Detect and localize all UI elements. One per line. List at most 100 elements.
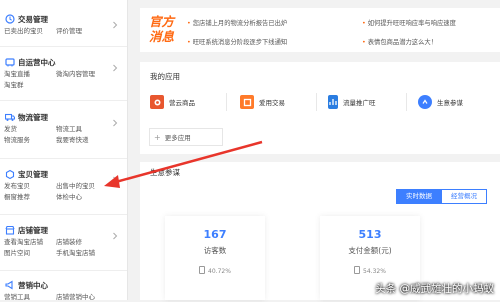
sidebar-link-weitao-content[interactable]: 微淘内容管理 bbox=[56, 70, 116, 79]
sidebar-link-taobao-group[interactable]: 淘宝群 bbox=[4, 81, 56, 90]
metric-value: 513 bbox=[358, 228, 382, 241]
chevron-right-icon[interactable] bbox=[111, 57, 121, 72]
chevron-right-icon[interactable] bbox=[111, 169, 121, 184]
metric-label: 支付金额(元) bbox=[348, 246, 392, 255]
sidebar-link-taobao-live[interactable]: 淘宝直播 bbox=[4, 70, 56, 79]
sidebar-section-header[interactable]: 物流管理 bbox=[0, 111, 127, 123]
sidebar-section-header[interactable]: 宝贝管理 bbox=[0, 168, 127, 180]
divider bbox=[406, 93, 407, 111]
sidebar-section-marketing: 营销中心 营销工具 店铺营销中心 bbox=[0, 279, 127, 302]
news-item[interactable]: • 如何提升旺旺响应率与响应速度 bbox=[362, 18, 456, 27]
app-ying-yun[interactable]: 营云商品 bbox=[150, 94, 195, 110]
add-app-label: 更多应用 bbox=[164, 134, 191, 142]
news-text: 您店铺上月的物流分析报告已出炉 bbox=[192, 20, 288, 27]
data-tabs: 实时数据 经营概况 bbox=[396, 189, 487, 204]
app-label: 营云商品 bbox=[169, 99, 195, 107]
divider bbox=[0, 158, 127, 159]
section-title: 物流管理 bbox=[18, 112, 48, 122]
business-advisor-panel: 生意参谋 实时数据 经营概况 167 访客数 40.72% 513 支付金额(元… bbox=[140, 162, 500, 300]
metric-mobile-rate: 54.32% bbox=[320, 266, 420, 275]
sidebar-section-header[interactable]: 自运营中心 bbox=[0, 56, 127, 68]
marketing-icon bbox=[4, 280, 15, 291]
news-text: 旺旺系统消息分阶段逐步下线通知 bbox=[192, 39, 288, 46]
plus-icon: + bbox=[154, 132, 161, 142]
sidebar-section-header[interactable]: 店铺管理 bbox=[0, 224, 127, 236]
divider bbox=[316, 93, 317, 111]
add-app-button[interactable]: + 更多应用 bbox=[149, 128, 223, 146]
news-item[interactable]: • 旺旺系统消息分阶段逐步下线通知 bbox=[187, 37, 287, 46]
self-ops-icon bbox=[4, 57, 15, 68]
bullet-icon: • bbox=[362, 39, 366, 46]
divider bbox=[0, 214, 127, 215]
metric-rate-value: 54.32% bbox=[363, 268, 386, 275]
bullet-icon: • bbox=[187, 39, 191, 46]
sidebar-link-publish-item[interactable]: 发布宝贝 bbox=[4, 182, 56, 191]
sidebar-link-sold-items[interactable]: 已卖出的宝贝 bbox=[4, 27, 56, 36]
metric-value: 167 bbox=[203, 228, 227, 241]
news-text: 如何提升旺旺响应率与响应速度 bbox=[367, 20, 456, 27]
official-news-brand: 官方消息 bbox=[149, 14, 175, 44]
tab-realtime-data[interactable]: 实时数据 bbox=[396, 189, 442, 204]
sidebar-link-logistics-tools[interactable]: 物流工具 bbox=[56, 125, 116, 134]
sidebar-link-items-on-sale[interactable]: 出售中的宝贝 bbox=[56, 182, 116, 191]
divider bbox=[0, 100, 127, 101]
goods-icon bbox=[4, 169, 15, 180]
section-title: 营销中心 bbox=[18, 280, 48, 290]
ying-yun-icon bbox=[150, 95, 164, 109]
tab-business-overview[interactable]: 经营概况 bbox=[442, 189, 487, 204]
sidebar-section-goods: 宝贝管理 发布宝贝 出售中的宝贝 橱窗推荐 体检中心 bbox=[0, 168, 127, 202]
sidebar-link-marketing-tools[interactable]: 营销工具 bbox=[4, 293, 56, 302]
app-label: 爱用交易 bbox=[259, 99, 285, 107]
chevron-right-icon[interactable] bbox=[111, 14, 121, 29]
sidebar-link-reviews[interactable]: 评价管理 bbox=[56, 27, 116, 36]
section-title: 自运营中心 bbox=[18, 57, 56, 67]
ai-yong-icon bbox=[240, 95, 254, 109]
sidebar-section-header[interactable]: 交易管理 bbox=[0, 13, 127, 25]
traffic-icon bbox=[328, 95, 338, 109]
app-traffic[interactable]: 流量推广旺 bbox=[328, 94, 376, 110]
my-apps-panel: 我的应用 营云商品 爱用交易 流量推广旺 生意参谋 + 更多应用 bbox=[140, 62, 500, 154]
sidebar-link-shop-marketing[interactable]: 店铺营销中心 bbox=[56, 293, 116, 302]
news-item[interactable]: • 表情包商品潜力这么大！ bbox=[362, 37, 437, 46]
sidebar-section-trade: 交易管理 已卖出的宝贝 评价管理 bbox=[0, 13, 127, 36]
shop-icon bbox=[4, 225, 15, 236]
app-business-advisor[interactable]: 生意参谋 bbox=[418, 94, 463, 110]
sidebar-section-shop: 店铺管理 查看淘宝店铺 店铺装修 图片空间 手机淘宝店铺 bbox=[0, 224, 127, 258]
my-apps-title: 我的应用 bbox=[150, 72, 180, 81]
sidebar-link-mobile-shop[interactable]: 手机淘宝店铺 bbox=[56, 249, 116, 258]
sidebar-link-send-express[interactable]: 我要寄快递 bbox=[56, 136, 116, 145]
sidebar-link-health-check[interactable]: 体检中心 bbox=[56, 193, 116, 202]
sidebar-link-image-space[interactable]: 图片空间 bbox=[4, 249, 56, 258]
business-advisor-title: 生意参谋 bbox=[150, 168, 180, 177]
sidebar-link-window-recommend[interactable]: 橱窗推荐 bbox=[4, 193, 56, 202]
divider bbox=[0, 270, 127, 271]
section-title: 宝贝管理 bbox=[18, 169, 48, 179]
sidebar-link-logistics-service[interactable]: 物流服务 bbox=[4, 136, 56, 145]
app-ai-yong[interactable]: 爱用交易 bbox=[240, 94, 285, 110]
metric-label: 访客数 bbox=[203, 246, 227, 255]
divider bbox=[0, 46, 127, 47]
business-advisor-icon bbox=[418, 95, 432, 109]
bullet-icon: • bbox=[362, 20, 366, 27]
sidebar-section-self-ops: 自运营中心 淘宝直播 微淘内容管理 淘宝群 bbox=[0, 56, 127, 90]
metric-rate-value: 40.72% bbox=[208, 268, 231, 275]
sidebar-link-view-shop[interactable]: 查看淘宝店铺 bbox=[4, 238, 56, 247]
official-news-panel: 官方消息 • 您店铺上月的物流分析报告已出炉 • 如何提升旺旺响应率与响应速度 • 旺… bbox=[140, 8, 500, 52]
sidebar-section-logistics: 物流管理 发货 物流工具 物流服务 我要寄快递 bbox=[0, 111, 127, 145]
sidebar-link-shop-decoration[interactable]: 店铺装修 bbox=[56, 238, 116, 247]
sidebar-section-header[interactable]: 营销中心 bbox=[0, 279, 127, 291]
divider bbox=[226, 93, 227, 111]
app-label: 生意参谋 bbox=[437, 99, 463, 107]
logistics-icon bbox=[4, 112, 15, 123]
metric-visitors[interactable]: 167 访客数 40.72% bbox=[165, 216, 265, 300]
sidebar-link-ship[interactable]: 发货 bbox=[4, 125, 56, 134]
chevron-right-icon[interactable] bbox=[111, 112, 121, 127]
news-text: 表情包商品潜力这么大！ bbox=[367, 39, 437, 46]
watermark: 头条 @威武雄壮的小蚂蚁 bbox=[375, 283, 494, 295]
chevron-right-icon[interactable] bbox=[111, 225, 121, 240]
trade-icon bbox=[4, 14, 15, 25]
news-item[interactable]: • 您店铺上月的物流分析报告已出炉 bbox=[187, 18, 287, 27]
bullet-icon: • bbox=[187, 20, 191, 27]
section-title: 交易管理 bbox=[18, 14, 48, 24]
mobile-icon bbox=[199, 266, 206, 274]
